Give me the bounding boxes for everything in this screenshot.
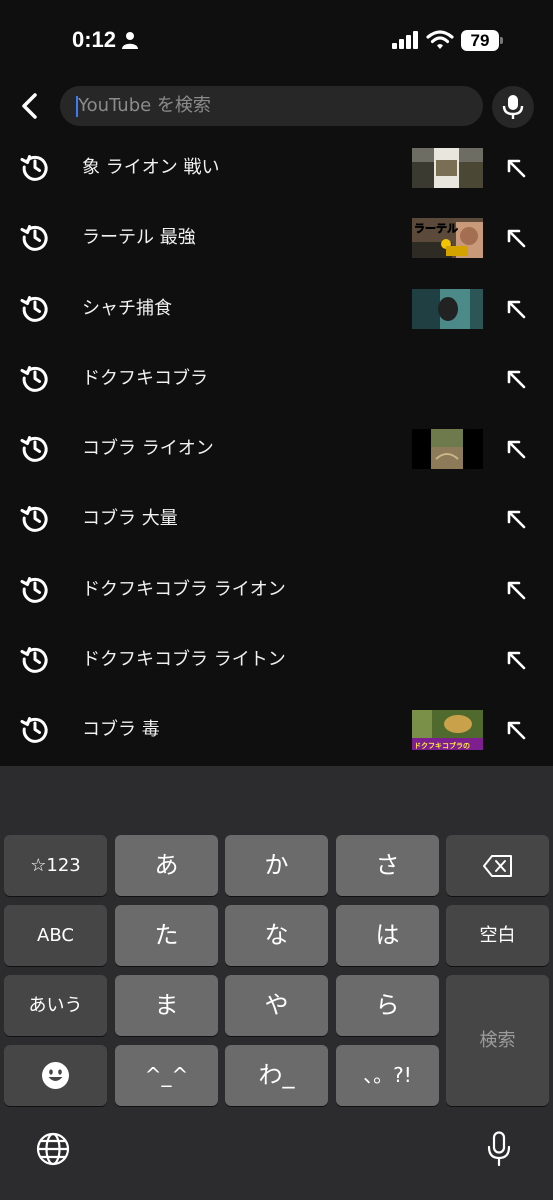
suggestion-thumbnail bbox=[412, 429, 483, 470]
microphone-icon bbox=[502, 95, 524, 119]
key-kaomoji[interactable]: ^_^ bbox=[115, 1045, 218, 1106]
suggestion-row[interactable]: コブラ 毒 ドクフキコブラの bbox=[0, 695, 553, 765]
backspace-icon bbox=[483, 855, 512, 877]
suggestion-text: 象 ライオン 戦い bbox=[82, 157, 220, 178]
history-icon bbox=[20, 647, 48, 673]
thumbnail-caption: ラーテル bbox=[414, 222, 458, 235]
key-ha[interactable]: は bbox=[336, 905, 439, 966]
suggestion-row[interactable]: シャチ捕食 bbox=[0, 274, 553, 344]
suggestion-thumbnail bbox=[412, 148, 483, 188]
fill-query-arrow-icon[interactable] bbox=[505, 649, 527, 671]
key-emoji[interactable] bbox=[4, 1045, 107, 1106]
globe-icon[interactable] bbox=[36, 1132, 70, 1166]
search-input[interactable]: YouTube を検索 bbox=[78, 86, 211, 126]
key-ka[interactable]: か bbox=[225, 835, 328, 896]
status-time: 0:12 bbox=[72, 27, 117, 52]
fill-query-arrow-icon[interactable] bbox=[505, 368, 527, 390]
history-icon bbox=[20, 506, 48, 533]
search-header: YouTube を検索 bbox=[0, 80, 553, 132]
fill-query-arrow-icon[interactable] bbox=[505, 157, 527, 179]
fill-query-arrow-icon[interactable] bbox=[505, 298, 527, 320]
suggestion-thumbnail: ドクフキコブラの bbox=[412, 710, 483, 751]
key-numbers-symbols[interactable]: ☆123 bbox=[4, 835, 107, 896]
history-icon bbox=[20, 295, 48, 322]
japanese-kana-keyboard: ☆123 あ か さ ABC た な は 空白 あいう ま や ら 検索 ^_^… bbox=[0, 766, 553, 1200]
key-ta[interactable]: た bbox=[115, 905, 218, 966]
suggestion-row[interactable]: ドクフキコブラ bbox=[0, 344, 553, 414]
dictation-icon[interactable] bbox=[486, 1131, 512, 1167]
thumbnail-caption: ドクフキコブラの bbox=[414, 741, 470, 750]
voice-search-button[interactable] bbox=[492, 86, 534, 128]
fill-query-arrow-icon[interactable] bbox=[505, 438, 527, 460]
battery-indicator: 79 bbox=[461, 30, 499, 51]
suggestion-text: ラーテル 最強 bbox=[82, 227, 196, 249]
history-icon bbox=[20, 155, 48, 181]
fill-query-arrow-icon[interactable] bbox=[505, 579, 527, 601]
key-ma[interactable]: ま bbox=[115, 975, 218, 1036]
suggestion-text: コブラ 毒 bbox=[82, 719, 160, 741]
back-arrow-icon[interactable] bbox=[16, 90, 44, 122]
fill-query-arrow-icon[interactable] bbox=[505, 227, 527, 249]
suggestion-text: コブラ ライオン bbox=[82, 438, 214, 460]
suggestion-text: シャチ捕食 bbox=[82, 297, 172, 319]
battery-cap bbox=[500, 37, 503, 44]
suggestion-thumbnail: ラーテル bbox=[412, 218, 483, 259]
history-icon bbox=[20, 365, 48, 392]
suggestion-row[interactable]: ラーテル 最強 ラーテル bbox=[0, 203, 553, 273]
suggestion-text: コブラ 大量 bbox=[82, 508, 178, 530]
wifi-icon bbox=[426, 30, 454, 49]
history-icon bbox=[20, 225, 48, 252]
suggestion-row[interactable]: コブラ ライオン bbox=[0, 414, 553, 484]
history-icon bbox=[20, 436, 48, 463]
history-icon bbox=[20, 717, 48, 744]
key-ya[interactable]: や bbox=[225, 975, 328, 1036]
cellular-signal-icon bbox=[392, 31, 418, 49]
key-na[interactable]: な bbox=[225, 905, 328, 966]
person-icon bbox=[122, 32, 138, 49]
suggestion-row[interactable]: 象 ライオン 戦い bbox=[0, 133, 553, 203]
key-punctuation[interactable]: 、。?! bbox=[336, 1045, 439, 1106]
suggestion-row[interactable]: ドクフキコブラ ライオン bbox=[0, 555, 553, 625]
key-ra[interactable]: ら bbox=[336, 975, 439, 1036]
suggestion-text: ドクフキコブラ ライオン bbox=[82, 578, 286, 600]
suggestion-row[interactable]: コブラ 大量 bbox=[0, 484, 553, 554]
suggestion-text: ドクフキコブラ bbox=[82, 367, 208, 389]
key-kana-mode[interactable]: あいう bbox=[4, 975, 107, 1036]
fill-query-arrow-icon[interactable] bbox=[505, 719, 527, 741]
key-delete[interactable] bbox=[446, 835, 549, 896]
suggestion-text: ドクフキコブラ ライトン bbox=[82, 649, 286, 671]
key-abc[interactable]: ABC bbox=[4, 905, 107, 966]
search-field[interactable]: YouTube を検索 bbox=[60, 86, 483, 126]
fill-query-arrow-icon[interactable] bbox=[505, 508, 527, 530]
emoji-icon bbox=[42, 1062, 69, 1089]
key-space[interactable]: 空白 bbox=[446, 905, 549, 966]
history-icon bbox=[20, 576, 48, 603]
key-wa[interactable]: わ_ bbox=[225, 1045, 328, 1106]
key-search[interactable]: 検索 bbox=[446, 975, 549, 1106]
status-bar: 0:12 79 bbox=[0, 0, 553, 80]
suggestion-row[interactable]: ドクフキコブラ ライトン bbox=[0, 625, 553, 695]
key-sa[interactable]: さ bbox=[336, 835, 439, 896]
search-suggestions-list: 象 ライオン 戦い ラーテル 最強 ラーテル シャチ捕食 ドクフキコブラ コブラ… bbox=[0, 133, 553, 766]
key-a[interactable]: あ bbox=[115, 835, 218, 896]
suggestion-thumbnail bbox=[412, 288, 483, 329]
